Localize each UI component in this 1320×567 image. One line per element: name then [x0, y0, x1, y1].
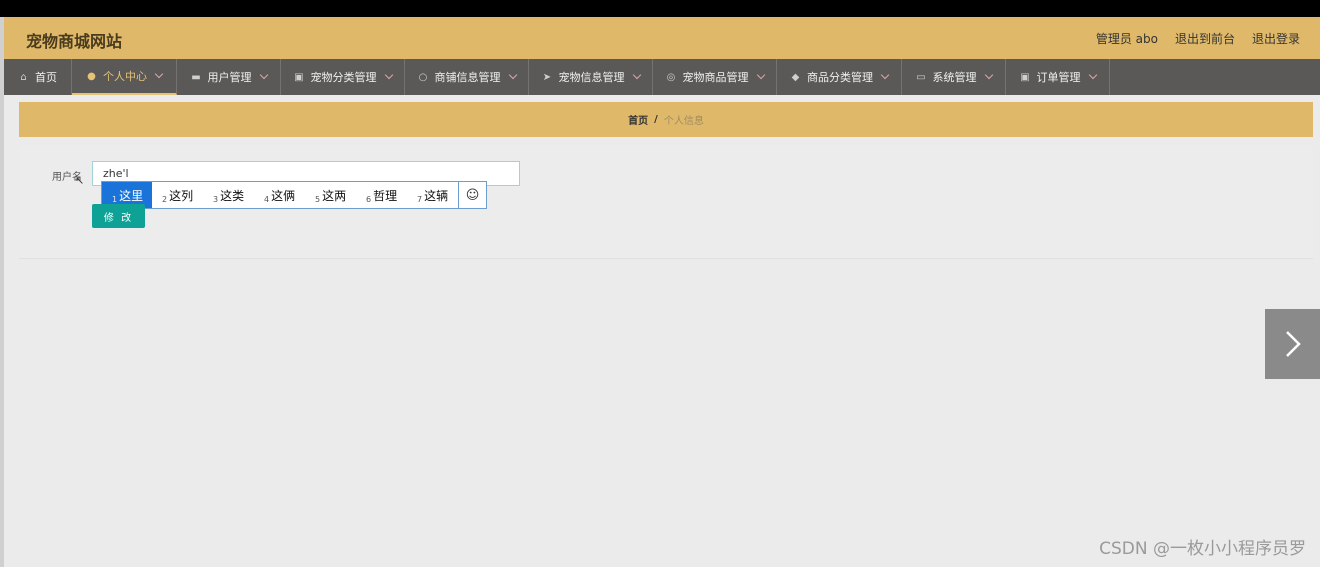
- monitor-icon: ▭: [916, 71, 926, 83]
- nav-item-system[interactable]: ▭ 系统管理: [902, 59, 1006, 95]
- home-icon: ⌂: [20, 71, 27, 83]
- chevron-down-icon: [632, 70, 641, 80]
- nav-item-label: 个人中心: [103, 70, 147, 83]
- window-top-bar: [0, 0, 1320, 17]
- chevron-down-icon: [259, 70, 268, 80]
- nav-item-shop-info[interactable]: ○ 商铺信息管理: [405, 59, 529, 95]
- chevron-down-icon: [154, 69, 164, 79]
- ime-candidate[interactable]: 7 这辆: [407, 182, 458, 208]
- next-arrow-button[interactable]: [1265, 309, 1320, 379]
- site-title: 宠物商城网站: [26, 32, 123, 51]
- ime-candidate[interactable]: 3 这类: [203, 182, 254, 208]
- chevron-down-icon: [508, 70, 517, 80]
- admin-label: 管理员 abo: [1095, 32, 1158, 46]
- power-icon: ○: [418, 71, 428, 83]
- nav-item-label: 用户管理: [207, 71, 252, 84]
- briefcase-icon: ▬: [191, 71, 201, 83]
- nav-item-label: 订单管理: [1036, 71, 1081, 84]
- breadcrumb: 首页 / 个人信息: [19, 102, 1313, 137]
- nav-item-pet-products[interactable]: ◎ 宠物商品管理: [653, 59, 777, 95]
- nav-item-orders[interactable]: ▣ 订单管理: [1006, 59, 1110, 95]
- send-icon: ➤: [542, 71, 552, 83]
- nav-item-product-category[interactable]: ◆ 商品分类管理: [777, 59, 902, 95]
- clipboard-icon: ▣: [294, 71, 304, 83]
- breadcrumb-separator: /: [654, 114, 658, 125]
- modify-button[interactable]: 修 改: [92, 204, 145, 228]
- nav-item-label: 商品分类管理: [807, 71, 873, 84]
- breadcrumb-current: 个人信息: [663, 116, 704, 127]
- mouse-cursor-icon: ↖: [75, 174, 85, 187]
- nav-item-pet-category[interactable]: ▣ 宠物分类管理: [281, 59, 405, 95]
- nav-item-home[interactable]: ⌂ 首页: [4, 59, 72, 95]
- nav-item-label: 系统管理: [932, 71, 977, 84]
- ime-candidate[interactable]: 5 这两: [305, 182, 356, 208]
- tag-icon: ◆: [791, 71, 800, 83]
- ime-candidate-window: 1 这里 2 这列 3 这类 4 这俩 5 这两 6 哲理 7 这辆 ☺: [101, 181, 487, 209]
- logout-link[interactable]: 退出登录: [1252, 30, 1300, 47]
- nav-item-label: 宠物分类管理: [310, 71, 377, 84]
- ime-candidate[interactable]: 4 这俩: [254, 182, 305, 208]
- ime-candidate[interactable]: 2 这列: [152, 182, 203, 208]
- nav-item-user-management[interactable]: ▬ 用户管理: [177, 59, 281, 95]
- chevron-down-icon: [384, 70, 393, 80]
- nav-item-label: 商铺信息管理: [434, 71, 501, 84]
- site-header: 宠物商城网站 管理员 abo 退出到前台 退出登录: [4, 17, 1320, 59]
- chevron-right-icon: [1285, 331, 1301, 357]
- chevron-down-icon: [1088, 70, 1097, 80]
- profile-form-panel: 用户名 ↖ zhe'l 1 这里 2 这列 3 这类 4 这俩 5 这两 6 哲…: [19, 146, 1313, 259]
- circle-icon: ◎: [666, 71, 676, 83]
- breadcrumb-home[interactable]: 首页: [628, 112, 648, 127]
- clipboard-icon: ▣: [1020, 71, 1030, 83]
- back-to-front-link[interactable]: 退出到前台: [1175, 30, 1235, 47]
- nav-item-label: 首页: [35, 71, 57, 84]
- watermark: CSDN @一枚小小程序员罗: [1099, 539, 1306, 559]
- chevron-down-icon: [756, 70, 765, 80]
- ime-candidate[interactable]: 6 哲理: [356, 182, 407, 208]
- emoji-icon[interactable]: ☺: [458, 182, 486, 208]
- nav-item-personal-center[interactable]: ● 个人中心: [72, 59, 177, 95]
- nav-item-label: 宠物商品管理: [682, 71, 749, 84]
- chevron-down-icon: [880, 70, 890, 80]
- user-icon: ●: [87, 70, 96, 82]
- chevron-down-icon: [984, 70, 993, 80]
- main-nav: ⌂ 首页 ● 个人中心 ▬ 用户管理 ▣ 宠物分类管理 ○ 商铺信息管理 ➤ 宠…: [4, 59, 1320, 95]
- header-actions: 管理员 abo 退出到前台 退出登录: [1096, 30, 1300, 47]
- nav-item-pet-info[interactable]: ➤ 宠物信息管理: [529, 59, 653, 95]
- nav-item-label: 宠物信息管理: [558, 71, 625, 84]
- left-edge-strip: [0, 17, 4, 567]
